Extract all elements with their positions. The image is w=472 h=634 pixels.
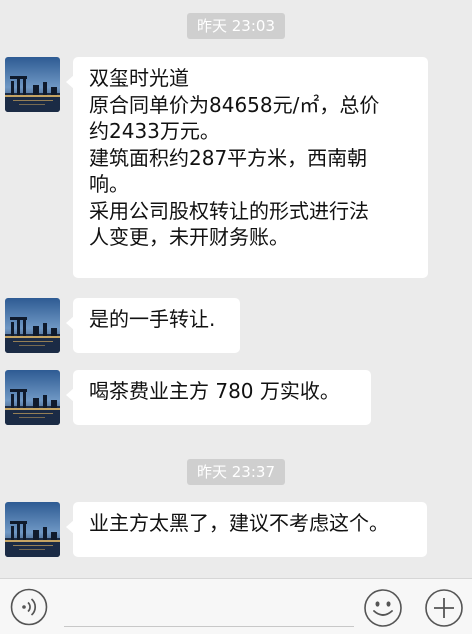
plus-icon: [425, 589, 463, 627]
message-bubble[interactable]: 喝茶费业主方 780 万实收。: [66, 370, 371, 425]
emoji-icon: [364, 589, 402, 627]
input-toolbar: [0, 578, 472, 634]
more-options-button[interactable]: [424, 588, 464, 628]
message-bubble[interactable]: 双玺时光道 原合同单价为84658元/㎡，总价 约2433万元。 建筑面积约28…: [66, 57, 428, 278]
skyline-avatar-icon: [5, 502, 60, 557]
message-bubble[interactable]: 是的一手转让.: [66, 298, 240, 353]
avatar[interactable]: [5, 502, 60, 557]
message-bubble[interactable]: 业主方太黑了，建议不考虑这个。: [66, 502, 427, 557]
message-input[interactable]: [64, 626, 354, 627]
timestamp: 昨天 23:37: [187, 459, 285, 485]
skyline-avatar-icon: [5, 298, 60, 353]
skyline-avatar-icon: [5, 370, 60, 425]
emoji-button[interactable]: [363, 588, 403, 628]
avatar[interactable]: [5, 57, 60, 112]
voice-icon: [10, 588, 48, 626]
voice-button[interactable]: [10, 588, 48, 626]
timestamp: 昨天 23:03: [187, 13, 285, 39]
avatar[interactable]: [5, 370, 60, 425]
avatar[interactable]: [5, 298, 60, 353]
chat-message-area[interactable]: 昨天 23:03 双玺时光道 原合同单价为84658元/㎡，总价 约2433万元…: [0, 0, 472, 578]
skyline-avatar-icon: [5, 57, 60, 112]
